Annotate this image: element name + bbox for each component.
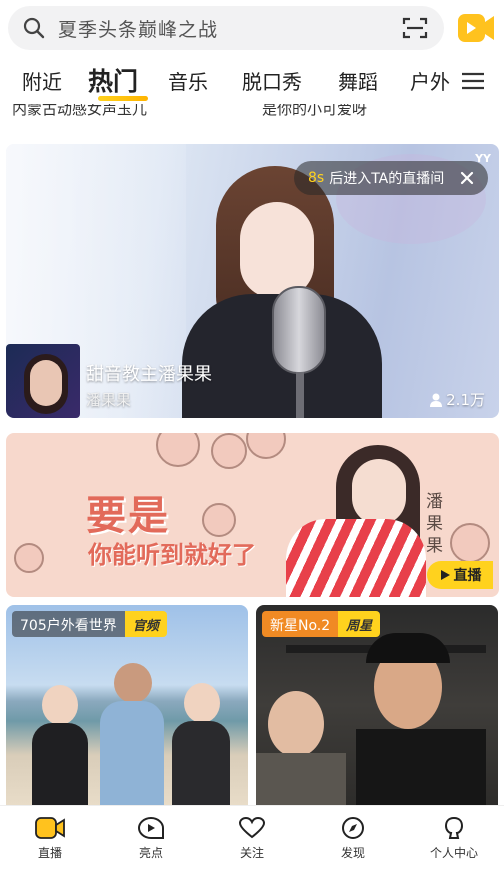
thumbnail-face xyxy=(30,360,62,406)
person-body xyxy=(256,753,346,805)
card-tag: 705户外看世界 官频 xyxy=(12,611,167,637)
card-channel-name: 新星No.2 xyxy=(262,611,339,637)
person-image xyxy=(114,663,152,703)
nav-profile[interactable]: 个人中心 xyxy=(424,816,484,861)
tab-outdoor[interactable]: 户外 xyxy=(410,66,450,95)
hair-decoration xyxy=(366,633,450,663)
viewer-count-text: 2.1万 xyxy=(446,391,485,409)
live-title: 甜音教主潘果果 xyxy=(86,364,212,385)
prev-card-title-left[interactable]: 内蒙古动感女声玉儿 xyxy=(12,104,147,119)
stream-card[interactable]: 705户外看世界 官频 xyxy=(6,605,248,805)
play-icon xyxy=(440,570,450,580)
banner-model-face xyxy=(352,459,406,525)
nav-live-label: 直播 xyxy=(37,846,62,860)
nav-highlight[interactable]: 亮点 xyxy=(121,816,181,861)
flower-decoration xyxy=(14,543,44,573)
microphone-stand xyxy=(296,372,304,418)
tab-dance[interactable]: 舞蹈 xyxy=(338,66,378,95)
video-camera-icon[interactable] xyxy=(456,10,496,46)
viewer-icon xyxy=(430,393,443,407)
prev-card-title-right[interactable]: 是你的小可爱呀 xyxy=(262,104,367,119)
live-host-name: 潘果果 xyxy=(86,391,132,409)
streamer-avatar-thumbnail[interactable] xyxy=(6,344,80,418)
nav-live[interactable]: 直播 xyxy=(20,816,80,861)
person-body xyxy=(32,723,88,805)
flower-decoration xyxy=(156,433,200,467)
banner-headline: 要是 xyxy=(86,493,170,539)
tab-music[interactable]: 音乐 xyxy=(168,66,208,95)
viewer-count: 2.1万 xyxy=(430,389,485,410)
live-chip-button[interactable]: 直播 xyxy=(427,561,493,589)
person-body xyxy=(172,721,230,805)
bottom-navigation: 直播 亮点 关注 发现 个人中心 xyxy=(0,805,504,869)
profile-icon xyxy=(444,816,464,839)
enter-room-countdown[interactable]: 8s 后进入TA的直播间 xyxy=(294,161,488,195)
compass-icon xyxy=(342,817,364,839)
close-icon[interactable] xyxy=(456,167,478,189)
nav-profile-label: 个人中心 xyxy=(429,846,478,860)
tab-nearby[interactable]: 附近 xyxy=(22,66,62,95)
search-bar[interactable]: 夏季头条巅峰之战 xyxy=(8,6,444,50)
microphone-image xyxy=(272,286,326,374)
tab-talkshow[interactable]: 脱口秀 xyxy=(242,66,302,95)
banner-model-shirt xyxy=(286,519,426,597)
banner-vertical-text: 潘果果 xyxy=(426,492,443,556)
card-tag: 新星No.2 周星 xyxy=(262,611,381,637)
menu-icon[interactable] xyxy=(462,72,484,90)
person-image xyxy=(42,685,78,725)
search-icon xyxy=(23,17,45,39)
nav-follow[interactable]: 关注 xyxy=(222,816,282,861)
card-badge: 官频 xyxy=(124,611,167,637)
tab-hot[interactable]: 热门 xyxy=(88,62,138,98)
live-chip-label: 直播 xyxy=(453,568,482,584)
streamer-face xyxy=(240,202,314,298)
person-image xyxy=(184,683,220,723)
banner-subline: 你能听到就好了 xyxy=(88,541,256,569)
person-image xyxy=(268,691,324,757)
live-stream-card[interactable]: YY 8s 后进入TA的直播间 甜音教主潘果果 潘果果 2.1万 xyxy=(6,144,499,418)
category-tabs: 附近 热门 音乐 脱口秀 舞蹈 户外 xyxy=(0,58,504,104)
card-channel-name: 705户外看世界 xyxy=(12,611,125,637)
scan-icon[interactable] xyxy=(402,16,428,40)
person-body xyxy=(356,729,486,805)
countdown-text: 后进入TA的直播间 xyxy=(329,171,445,187)
live-camera-icon xyxy=(35,817,65,839)
search-placeholder: 夏季头条巅峰之战 xyxy=(58,18,219,41)
flower-decoration xyxy=(211,433,247,469)
flower-decoration xyxy=(202,503,236,537)
nav-follow-label: 关注 xyxy=(239,846,264,860)
previous-row: 内蒙古动感女声玉儿 是你的小可爱呀 xyxy=(0,104,504,134)
person-body xyxy=(100,701,164,805)
countdown-seconds: 8s xyxy=(308,170,325,186)
active-tab-indicator xyxy=(98,96,148,101)
promo-banner[interactable]: 要是 你能听到就好了 潘果果 直播 xyxy=(6,433,499,597)
top-bar: 夏季头条巅峰之战 xyxy=(0,0,504,58)
nav-discover[interactable]: 发现 xyxy=(323,816,383,861)
flower-decoration xyxy=(450,523,490,563)
stream-card[interactable]: 新星No.2 周星 xyxy=(256,605,498,805)
nav-highlight-label: 亮点 xyxy=(138,846,163,860)
nav-discover-label: 发现 xyxy=(340,846,365,860)
heart-icon xyxy=(238,816,266,839)
flower-decoration xyxy=(246,433,286,459)
highlight-icon xyxy=(137,816,164,839)
card-badge: 周星 xyxy=(338,611,381,637)
